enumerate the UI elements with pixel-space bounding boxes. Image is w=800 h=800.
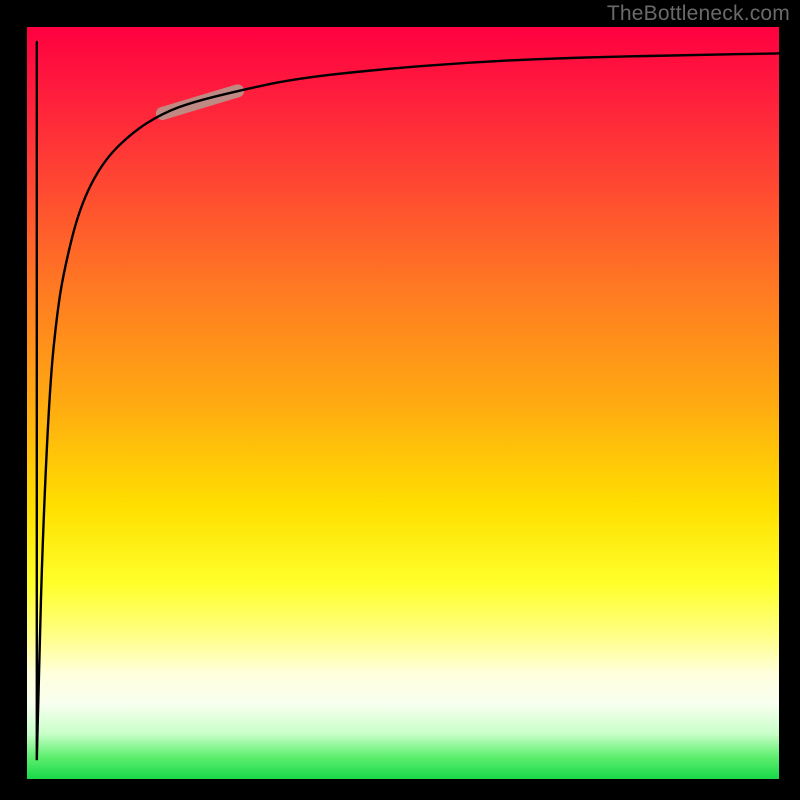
chart-svg xyxy=(27,27,779,779)
watermark-text: TheBottleneck.com xyxy=(607,2,790,26)
bottleneck-curve-line xyxy=(37,42,779,760)
chart-frame: TheBottleneck.com xyxy=(0,0,800,800)
curve-group xyxy=(37,42,779,760)
